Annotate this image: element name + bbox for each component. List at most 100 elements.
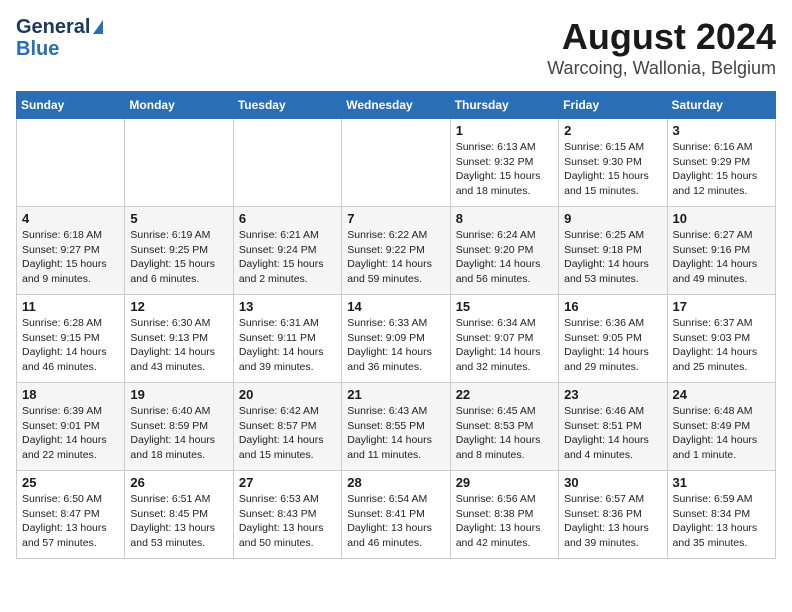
day-info: Sunrise: 6:45 AM Sunset: 8:53 PM Dayligh…	[456, 404, 553, 463]
day-number: 14	[347, 299, 444, 314]
day-number: 24	[673, 387, 770, 402]
day-number: 9	[564, 211, 661, 226]
calendar-cell: 26Sunrise: 6:51 AM Sunset: 8:45 PM Dayli…	[125, 471, 233, 559]
day-info: Sunrise: 6:46 AM Sunset: 8:51 PM Dayligh…	[564, 404, 661, 463]
day-info: Sunrise: 6:15 AM Sunset: 9:30 PM Dayligh…	[564, 140, 661, 199]
calendar-cell: 9Sunrise: 6:25 AM Sunset: 9:18 PM Daylig…	[559, 207, 667, 295]
calendar-week-5: 25 Sunrise: 6:50 AM Sunset: 8:47 PM Dayli…	[17, 471, 776, 559]
main-title: August 2024	[547, 16, 776, 58]
calendar-cell: 5 Sunrise: 6:19 AM Sunset: 9:25 PM Daylig…	[125, 207, 233, 295]
day-info: Sunrise: 6:51 AM Sunset: 8:45 PM Dayligh…	[130, 492, 227, 551]
logo-icon	[93, 20, 103, 34]
logo-text-general: General	[16, 16, 90, 38]
day-number: 19	[130, 387, 227, 402]
day-number: 6	[239, 211, 336, 226]
calendar-cell: 18Sunrise: 6:39 AM Sunset: 9:01 PM Dayli…	[17, 383, 125, 471]
calendar-cell: 27 Sunrise: 6:53 AM Sunset: 8:43 PM Dayli…	[233, 471, 341, 559]
day-info: Sunrise: 6:53 AM Sunset: 8:43 PM Dayligh…	[239, 492, 336, 551]
day-number: 31	[673, 475, 770, 490]
calendar-cell: 16 Sunrise: 6:36 AM Sunset: 9:05 PM Dayli…	[559, 295, 667, 383]
calendar-cell	[17, 119, 125, 207]
day-info: Sunrise: 6:36 AM Sunset: 9:05 PM Dayligh…	[564, 316, 661, 375]
day-info: Sunrise: 6:30 AM Sunset: 9:13 PM Dayligh…	[130, 316, 227, 375]
header-cell-sunday: Sunday	[17, 92, 125, 119]
calendar-body: 1Sunrise: 6:13 AM Sunset: 9:32 PM Daylig…	[17, 119, 776, 559]
day-info: Sunrise: 6:48 AM Sunset: 8:49 PM Dayligh…	[673, 404, 770, 463]
day-number: 23	[564, 387, 661, 402]
calendar-cell: 2 Sunrise: 6:15 AM Sunset: 9:30 PM Daylig…	[559, 119, 667, 207]
day-number: 15	[456, 299, 553, 314]
calendar-header-row: SundayMondayTuesdayWednesdayThursdayFrid…	[17, 92, 776, 119]
header-cell-tuesday: Tuesday	[233, 92, 341, 119]
calendar-cell: 6Sunrise: 6:21 AM Sunset: 9:24 PM Daylig…	[233, 207, 341, 295]
calendar-cell: 7 Sunrise: 6:22 AM Sunset: 9:22 PM Daylig…	[342, 207, 450, 295]
day-info: Sunrise: 6:34 AM Sunset: 9:07 PM Dayligh…	[456, 316, 553, 375]
day-number: 3	[673, 123, 770, 138]
subtitle: Warcoing, Wallonia, Belgium	[547, 58, 776, 79]
day-number: 30	[564, 475, 661, 490]
day-number: 5	[130, 211, 227, 226]
day-info: Sunrise: 6:18 AM Sunset: 9:27 PM Dayligh…	[22, 228, 119, 287]
day-number: 16	[564, 299, 661, 314]
day-info: Sunrise: 6:57 AM Sunset: 8:36 PM Dayligh…	[564, 492, 661, 551]
day-info: Sunrise: 6:50 AM Sunset: 8:47 PM Dayligh…	[22, 492, 119, 551]
calendar-cell: 12 Sunrise: 6:30 AM Sunset: 9:13 PM Dayli…	[125, 295, 233, 383]
calendar-cell: 29Sunrise: 6:56 AM Sunset: 8:38 PM Dayli…	[450, 471, 558, 559]
calendar-cell: 15 Sunrise: 6:34 AM Sunset: 9:07 PM Dayli…	[450, 295, 558, 383]
day-info: Sunrise: 6:56 AM Sunset: 8:38 PM Dayligh…	[456, 492, 553, 551]
day-info: Sunrise: 6:59 AM Sunset: 8:34 PM Dayligh…	[673, 492, 770, 551]
title-block: August 2024 Warcoing, Wallonia, Belgium	[547, 16, 776, 79]
day-info: Sunrise: 6:27 AM Sunset: 9:16 PM Dayligh…	[673, 228, 770, 287]
calendar-week-2: 4 Sunrise: 6:18 AM Sunset: 9:27 PM Daylig…	[17, 207, 776, 295]
header-cell-thursday: Thursday	[450, 92, 558, 119]
calendar-cell: 24 Sunrise: 6:48 AM Sunset: 8:49 PM Dayli…	[667, 383, 775, 471]
calendar-cell: 1Sunrise: 6:13 AM Sunset: 9:32 PM Daylig…	[450, 119, 558, 207]
day-info: Sunrise: 6:13 AM Sunset: 9:32 PM Dayligh…	[456, 140, 553, 199]
calendar-cell: 3 Sunrise: 6:16 AM Sunset: 9:29 PM Daylig…	[667, 119, 775, 207]
day-info: Sunrise: 6:54 AM Sunset: 8:41 PM Dayligh…	[347, 492, 444, 551]
logo-text-blue: Blue	[16, 38, 103, 60]
header-cell-wednesday: Wednesday	[342, 92, 450, 119]
day-number: 12	[130, 299, 227, 314]
day-info: Sunrise: 6:43 AM Sunset: 8:55 PM Dayligh…	[347, 404, 444, 463]
calendar-cell: 8 Sunrise: 6:24 AM Sunset: 9:20 PM Daylig…	[450, 207, 558, 295]
page-header: General Blue August 2024 Warcoing, Wallo…	[16, 16, 776, 79]
calendar-cell: 14Sunrise: 6:33 AM Sunset: 9:09 PM Dayli…	[342, 295, 450, 383]
calendar-cell: 13 Sunrise: 6:31 AM Sunset: 9:11 PM Dayli…	[233, 295, 341, 383]
day-number: 20	[239, 387, 336, 402]
calendar-cell: 20 Sunrise: 6:42 AM Sunset: 8:57 PM Dayli…	[233, 383, 341, 471]
day-number: 17	[673, 299, 770, 314]
day-info: Sunrise: 6:19 AM Sunset: 9:25 PM Dayligh…	[130, 228, 227, 287]
calendar-cell: 21Sunrise: 6:43 AM Sunset: 8:55 PM Dayli…	[342, 383, 450, 471]
calendar-cell: 17 Sunrise: 6:37 AM Sunset: 9:03 PM Dayli…	[667, 295, 775, 383]
day-number: 11	[22, 299, 119, 314]
day-info: Sunrise: 6:40 AM Sunset: 8:59 PM Dayligh…	[130, 404, 227, 463]
day-info: Sunrise: 6:37 AM Sunset: 9:03 PM Dayligh…	[673, 316, 770, 375]
day-number: 4	[22, 211, 119, 226]
calendar-week-1: 1Sunrise: 6:13 AM Sunset: 9:32 PM Daylig…	[17, 119, 776, 207]
day-info: Sunrise: 6:31 AM Sunset: 9:11 PM Dayligh…	[239, 316, 336, 375]
calendar-week-4: 18Sunrise: 6:39 AM Sunset: 9:01 PM Dayli…	[17, 383, 776, 471]
calendar-cell: 31 Sunrise: 6:59 AM Sunset: 8:34 PM Dayli…	[667, 471, 775, 559]
calendar-cell	[233, 119, 341, 207]
calendar-cell: 4 Sunrise: 6:18 AM Sunset: 9:27 PM Daylig…	[17, 207, 125, 295]
calendar-cell: 25 Sunrise: 6:50 AM Sunset: 8:47 PM Dayli…	[17, 471, 125, 559]
day-number: 2	[564, 123, 661, 138]
day-number: 28	[347, 475, 444, 490]
day-number: 13	[239, 299, 336, 314]
day-number: 25	[22, 475, 119, 490]
calendar-cell	[125, 119, 233, 207]
day-info: Sunrise: 6:24 AM Sunset: 9:20 PM Dayligh…	[456, 228, 553, 287]
day-number: 7	[347, 211, 444, 226]
day-info: Sunrise: 6:42 AM Sunset: 8:57 PM Dayligh…	[239, 404, 336, 463]
day-number: 27	[239, 475, 336, 490]
day-number: 10	[673, 211, 770, 226]
day-number: 8	[456, 211, 553, 226]
day-info: Sunrise: 6:16 AM Sunset: 9:29 PM Dayligh…	[673, 140, 770, 199]
calendar-cell: 23 Sunrise: 6:46 AM Sunset: 8:51 PM Dayli…	[559, 383, 667, 471]
logo: General Blue	[16, 16, 103, 60]
calendar-cell: 19 Sunrise: 6:40 AM Sunset: 8:59 PM Dayli…	[125, 383, 233, 471]
day-number: 22	[456, 387, 553, 402]
day-info: Sunrise: 6:22 AM Sunset: 9:22 PM Dayligh…	[347, 228, 444, 287]
day-info: Sunrise: 6:28 AM Sunset: 9:15 PM Dayligh…	[22, 316, 119, 375]
